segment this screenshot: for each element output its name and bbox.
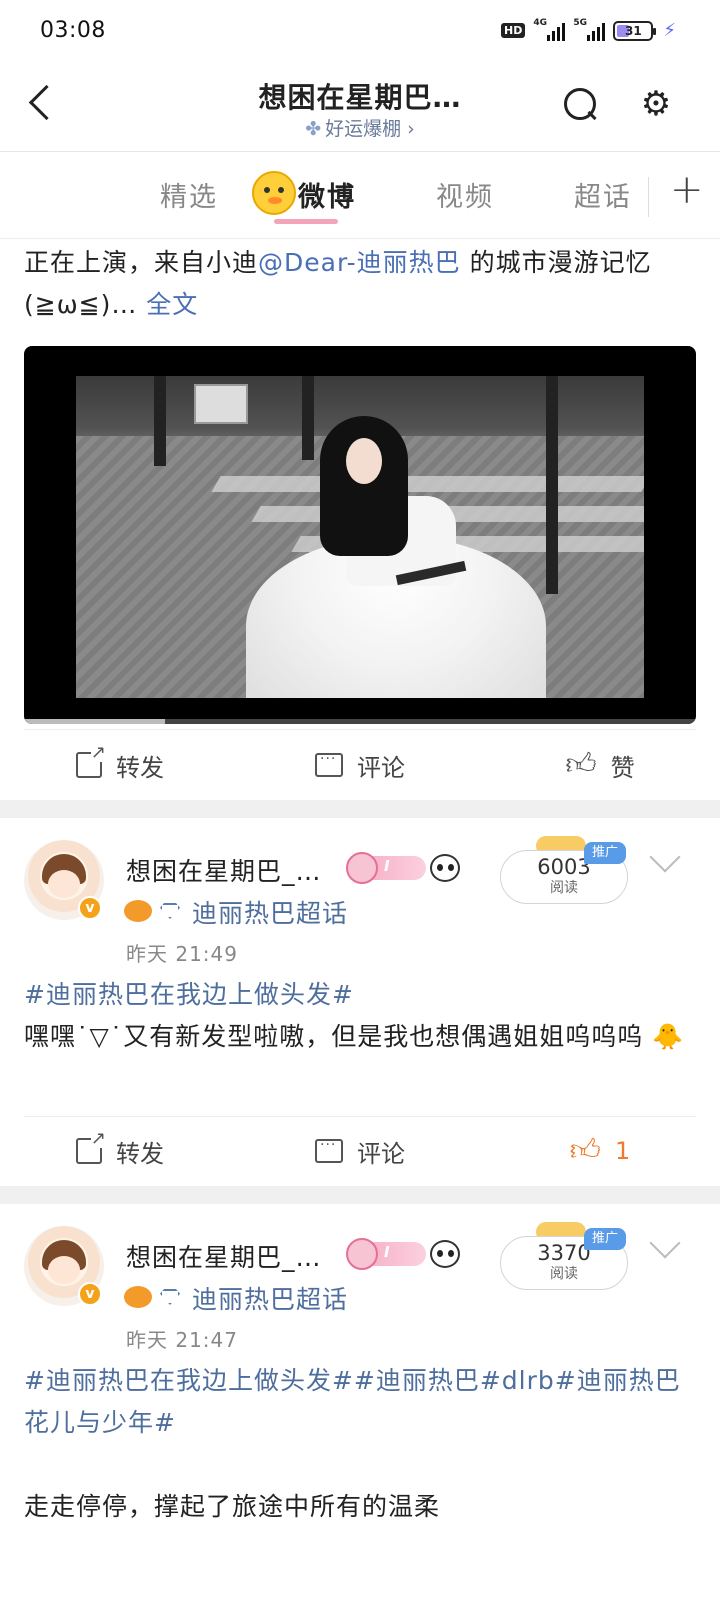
video-progress-bar[interactable] xyxy=(24,719,696,724)
video-frame xyxy=(76,376,644,698)
like-button[interactable]: 👍︎ 1 xyxy=(480,1116,720,1186)
post2-content: #迪丽热巴在我边上做头发# 嘿嘿˙▽˙又有新发型啦嗷，但是我也想偶遇姐姐呜呜呜 … xyxy=(24,974,696,1058)
status-bar: 03:08 HD 4G 5G 31 ⚡ xyxy=(0,0,720,62)
post2-action-bar: 转发 评论 👍︎ 1 xyxy=(0,1116,720,1186)
battery-icon: 31 xyxy=(613,20,657,41)
comment-button[interactable]: 评论 xyxy=(240,1116,480,1186)
username[interactable]: 想困在星期巴_… xyxy=(126,852,322,888)
signal-5g-icon: 5G xyxy=(573,18,606,41)
tab-weibo[interactable]: 微博 xyxy=(298,175,356,214)
panda-icon xyxy=(430,1240,460,1268)
supertopic-link[interactable]: 迪丽热巴超话 xyxy=(192,894,348,930)
verified-badge-icon: v xyxy=(78,1282,102,1306)
top-header: 想困在星期巴… ✤ 好运爆棚 › ⚙ xyxy=(0,62,720,152)
diamond-icon xyxy=(160,903,180,919)
diamond-icon xyxy=(160,1289,180,1305)
feed-separator xyxy=(0,800,720,818)
signal-4g-icon: 4G xyxy=(533,18,566,41)
supertopic-link[interactable]: 迪丽热巴超话 xyxy=(192,1280,348,1316)
charging-icon: ⚡ xyxy=(663,20,676,41)
fan-level-badge: I xyxy=(346,852,426,884)
feed-separator xyxy=(0,1186,720,1204)
chevron-down-icon[interactable] xyxy=(649,841,681,873)
username[interactable]: 想困在星期巴_… xyxy=(126,1238,322,1274)
settings-button[interactable]: ⚙ xyxy=(636,84,676,124)
hd-icon: HD xyxy=(501,23,526,38)
fan-level-badge: I xyxy=(346,1238,426,1270)
fish-icon xyxy=(124,1286,152,1308)
tab-bar: 精选 微博 视频 超话 + xyxy=(0,153,720,239)
like-button[interactable]: 👍︎ 赞 xyxy=(480,730,720,800)
promo-tag: 推广 xyxy=(584,842,626,864)
page-title: 想困在星期巴… xyxy=(258,81,462,114)
share-icon xyxy=(76,1130,106,1164)
verified-badge-icon: v xyxy=(78,896,102,920)
status-icons: HD 4G 5G 31 ⚡ xyxy=(501,18,676,41)
chevron-down-icon[interactable] xyxy=(649,1227,681,1259)
panda-icon xyxy=(430,854,460,882)
duck-emoji-icon: 🐥 xyxy=(643,1022,685,1051)
post1-text: 正在上演，来自小迪@Dear-迪丽热巴 的城市漫游记忆(≧ω≦)… 全文 xyxy=(24,248,652,319)
comment-icon xyxy=(315,751,343,777)
search-button[interactable] xyxy=(560,84,600,124)
post-time: 昨天 21:47 xyxy=(126,1328,238,1352)
like-count: 1 xyxy=(615,1137,631,1165)
duck-mascot-icon xyxy=(252,171,296,215)
status-time: 03:08 xyxy=(40,18,106,43)
comment-icon xyxy=(315,1137,343,1163)
fish-icon xyxy=(124,900,152,922)
post3-text: 走走停停，撑起了旅途中所有的温柔 xyxy=(24,1492,441,1521)
mention-link[interactable]: @Dear-迪丽热巴 xyxy=(258,248,461,277)
post1-action-bar: 转发 评论 👍︎ 赞 xyxy=(0,730,720,800)
comment-button[interactable]: 评论 xyxy=(240,730,480,800)
post2-text: 嘿嘿˙▽˙又有新发型啦嗷，但是我也想偶遇姐姐呜呜呜 🐥 xyxy=(24,1022,685,1051)
luck-status-link[interactable]: ✤ 好运爆棚 › xyxy=(0,114,720,141)
thumbs-up-icon: 👍︎ xyxy=(565,747,597,782)
promo-tag: 推广 xyxy=(584,1228,626,1250)
tab-featured[interactable]: 精选 xyxy=(160,175,218,214)
tab-supertopic[interactable]: 超话 xyxy=(574,175,632,214)
clover-icon: ✤ xyxy=(305,118,322,140)
tab-video[interactable]: 视频 xyxy=(436,175,494,214)
share-icon xyxy=(76,744,106,778)
divider xyxy=(24,729,696,730)
hashtag-link[interactable]: #迪丽热巴在我边上做头发# xyxy=(24,974,696,1016)
share-button[interactable]: 转发 xyxy=(0,1116,240,1186)
thumbs-up-icon: 👍︎ xyxy=(569,1133,602,1168)
share-button[interactable]: 转发 xyxy=(0,730,240,800)
post-time: 昨天 21:49 xyxy=(126,942,238,966)
active-tab-indicator xyxy=(274,219,338,224)
post3-content: #迪丽热巴在我边上做头发##迪丽热巴#dlrb#迪丽热巴花儿与少年# 走走停停，… xyxy=(24,1360,696,1528)
plus-icon: + xyxy=(670,167,704,213)
add-tab-button[interactable]: + xyxy=(628,153,720,238)
full-text-link[interactable]: 全文 xyxy=(137,290,198,319)
hashtag-links[interactable]: #迪丽热巴在我边上做头发##迪丽热巴#dlrb#迪丽热巴花儿与少年# xyxy=(24,1360,696,1444)
battery-level: 31 xyxy=(625,23,642,38)
video-player[interactable] xyxy=(24,346,696,724)
